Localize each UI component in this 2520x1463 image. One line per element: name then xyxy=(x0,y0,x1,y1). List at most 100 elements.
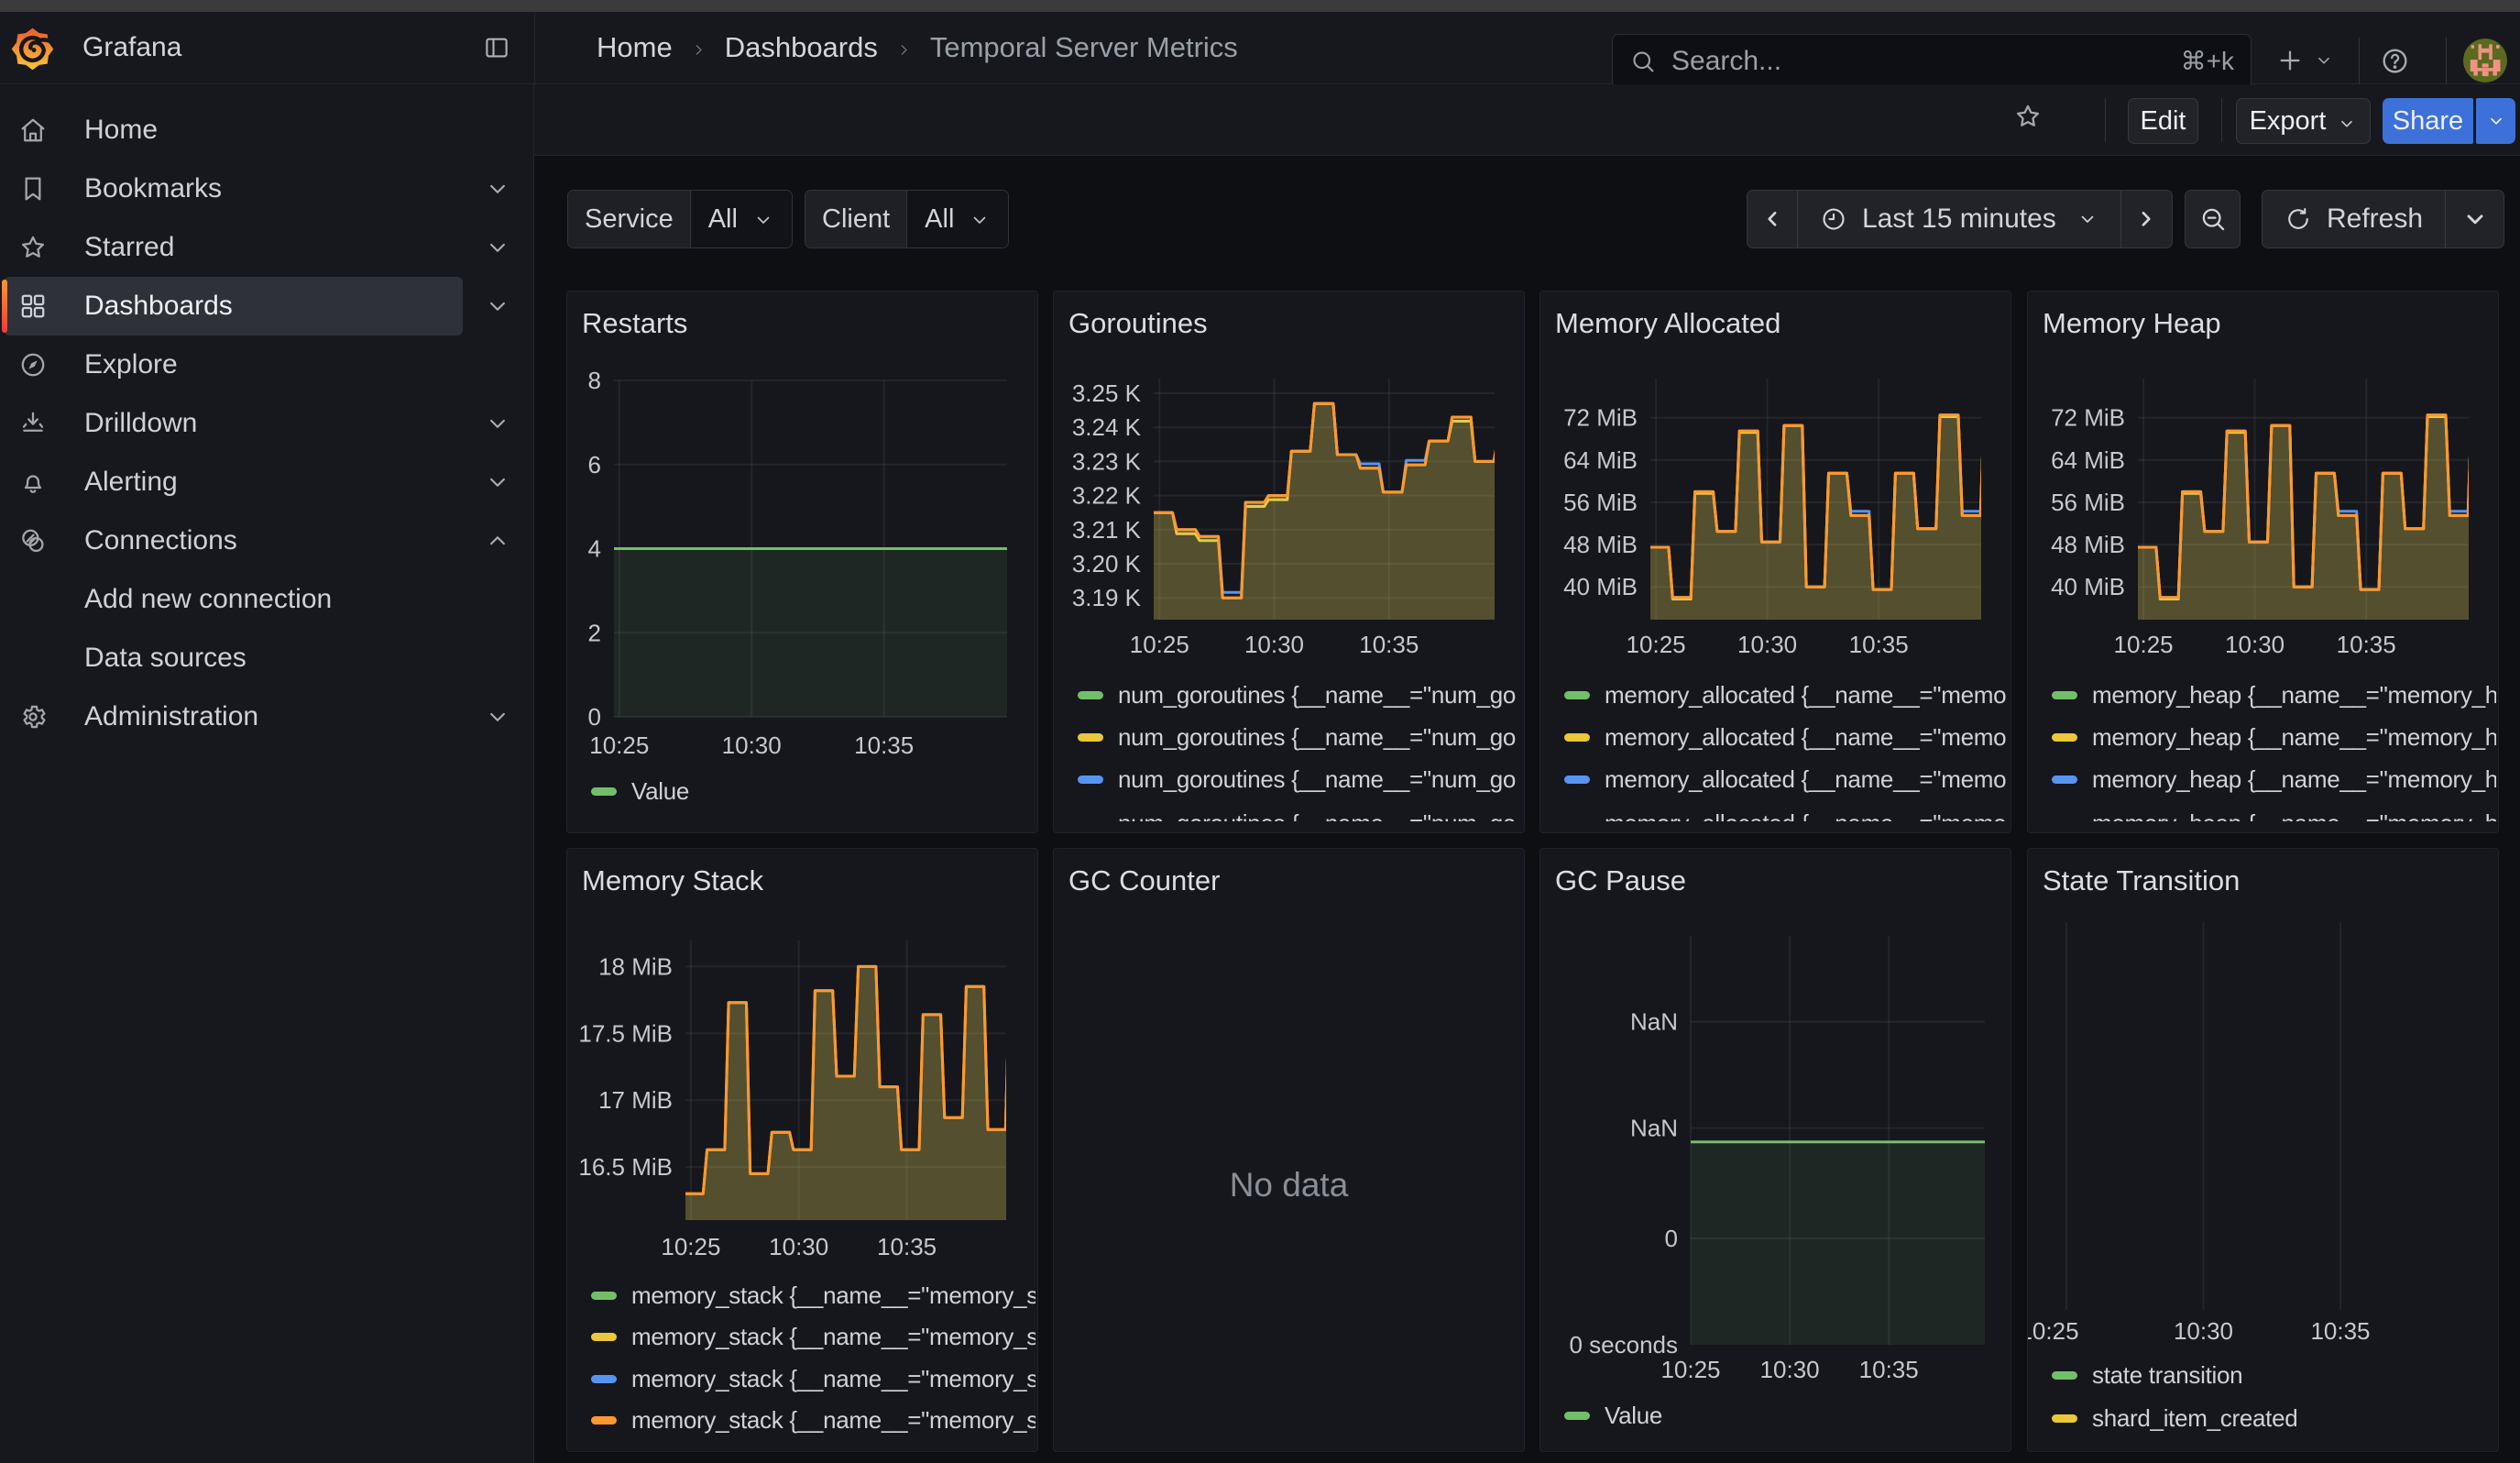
add-new-button[interactable] xyxy=(2275,38,2341,83)
sidebar-item-connections[interactable]: Connections xyxy=(4,512,463,570)
chevron-down-icon[interactable] xyxy=(484,292,511,320)
legend-item[interactable]: state transition xyxy=(2052,1360,2242,1390)
y-tick-label: 48 MiB xyxy=(2051,531,2125,558)
sidebar-item-home[interactable]: Home xyxy=(4,101,463,160)
legend-label: num_goroutines {__name__="num_go xyxy=(1118,681,1516,710)
legend-item[interactable]: memory_allocated {__name__="memo xyxy=(1564,808,2006,821)
chevron-up-icon[interactable] xyxy=(484,527,511,555)
x-tick-label: 10:25 xyxy=(1130,631,1189,658)
export-button[interactable]: Export xyxy=(2236,98,2371,144)
sidebar-item-administration[interactable]: Administration xyxy=(4,688,463,746)
sidebar-item-bookmarks[interactable]: Bookmarks xyxy=(4,160,463,218)
active-item-accent xyxy=(2,280,7,333)
legend: Value xyxy=(1540,1401,2011,1452)
chevron-down-icon[interactable] xyxy=(484,703,511,731)
sidebar-toggle-button[interactable] xyxy=(483,34,510,61)
x-tick-label: 10:35 xyxy=(1859,1356,1919,1383)
legend-item[interactable]: Value xyxy=(591,776,689,806)
legend-item[interactable]: memory_stack {__name__="memory_s xyxy=(591,1405,1035,1435)
refresh-interval-dropdown[interactable] xyxy=(2445,191,2504,248)
y-tick-label: 64 MiB xyxy=(1563,446,1638,474)
legend-color-pill xyxy=(2052,1414,2077,1423)
legend-item[interactable]: memory_stack {__name__="memory_s xyxy=(591,1364,1035,1393)
legend-item[interactable]: num_goroutines {__name__="num_go xyxy=(1078,680,1516,710)
legend-label: memory_stack {__name__="memory_s xyxy=(631,1406,1035,1435)
chevron-down-icon xyxy=(2462,206,2488,232)
legend-item[interactable]: memory_allocated {__name__="memo xyxy=(1564,764,2006,794)
sidebar-item-starred[interactable]: Starred xyxy=(4,218,463,277)
sidebar-item-dashboards[interactable]: Dashboards xyxy=(4,277,463,336)
x-tick-label: 10:30 xyxy=(1760,1356,1820,1383)
zoom-out-button[interactable] xyxy=(2185,190,2241,248)
legend-item[interactable]: num_goroutines {__name__="num_go xyxy=(1078,808,1516,821)
chevron-down-icon[interactable] xyxy=(484,410,511,437)
time-shift-forward-button[interactable] xyxy=(2120,191,2172,248)
breadcrumb-separator-icon xyxy=(691,12,707,83)
sidebar-item-drilldown[interactable]: Drilldown xyxy=(4,394,463,453)
share-button[interactable]: Share xyxy=(2383,98,2473,144)
y-tick-label: 72 MiB xyxy=(1563,404,1638,432)
legend-item[interactable]: memory_stack {__name__="memory_s xyxy=(591,1322,1035,1351)
panel-goroutines: Goroutines3.25 K3.24 K3.23 K3.22 K3.21 K… xyxy=(1053,291,1525,833)
client-filter-value[interactable]: All xyxy=(907,191,1008,248)
bookmark-icon xyxy=(18,174,48,204)
legend-item[interactable]: memory_heap {__name__="memory_h xyxy=(2052,764,2496,794)
legend-item[interactable]: memory_allocated {__name__="memo xyxy=(1564,722,2006,752)
legend-color-pill xyxy=(2052,776,2077,784)
panel-memory-allocated: Memory Allocated72 MiB64 MiB56 MiB48 MiB… xyxy=(1539,291,2011,833)
legend-color-pill xyxy=(2052,733,2077,742)
legend: Value xyxy=(567,776,1037,833)
sidebar-item-alerting[interactable]: Alerting xyxy=(4,453,463,512)
chevron-down-icon xyxy=(2314,50,2334,71)
legend-label: memory_stack {__name__="memory_s xyxy=(631,1323,1035,1351)
service-filter-value[interactable]: All xyxy=(691,191,792,248)
chevron-down-icon[interactable] xyxy=(484,234,511,261)
sidebar-item-add-new-connection[interactable]: Add new connection xyxy=(4,570,463,629)
breadcrumb-dashboards[interactable]: Dashboards xyxy=(725,31,878,63)
edit-button[interactable]: Edit xyxy=(2128,98,2198,144)
grafana-logo-icon[interactable] xyxy=(11,27,54,70)
legend-item[interactable]: memory_allocated {__name__="memo xyxy=(1564,680,2006,710)
chevron-down-icon[interactable] xyxy=(484,468,511,496)
refresh-button[interactable]: Refresh xyxy=(2263,191,2445,248)
legend-item[interactable]: memory_heap {__name__="memory_h xyxy=(2052,722,2496,752)
dashboard-toolbar: Edit Export Share xyxy=(534,84,2520,156)
panel-title[interactable]: GC Counter xyxy=(1068,864,1220,897)
breadcrumb-home[interactable]: Home xyxy=(597,31,673,63)
legend-color-pill xyxy=(2052,1371,2077,1380)
sidebar-item-explore[interactable]: Explore xyxy=(4,336,463,394)
chevron-down-icon[interactable] xyxy=(484,175,511,203)
y-tick-label: NaN xyxy=(1630,1008,1678,1036)
time-shift-back-button[interactable] xyxy=(1748,191,1798,248)
legend-item[interactable]: Value xyxy=(1564,1401,1662,1430)
share-dropdown-button[interactable] xyxy=(2476,98,2515,144)
legend-label: memory_allocated {__name__="memo xyxy=(1605,681,2006,710)
legend-item[interactable]: num_goroutines {__name__="num_go xyxy=(1078,764,1516,794)
x-tick-label: 10:25 xyxy=(589,732,649,759)
x-tick-label: 10:30 xyxy=(722,732,782,759)
y-tick-label: 16.5 MiB xyxy=(578,1153,673,1181)
legend-item[interactable]: memory_stack {__name__="memory_s xyxy=(591,1281,1035,1310)
help-icon[interactable] xyxy=(2380,46,2410,76)
legend-item[interactable]: shard_item_created xyxy=(2052,1403,2297,1433)
legend-color-pill xyxy=(591,1333,617,1341)
search-input[interactable]: Search... ⌘+k xyxy=(1612,34,2252,88)
y-tick-label: 3.23 K xyxy=(1072,447,1142,475)
legend-item[interactable]: memory_heap {__name__="memory_h xyxy=(2052,680,2496,710)
header-sidebar-divider xyxy=(534,12,535,84)
legend-color-pill xyxy=(591,1292,617,1300)
refresh-icon xyxy=(2284,205,2312,233)
refresh-controls: Refresh xyxy=(2262,190,2504,248)
legend-item[interactable]: memory_heap {__name__="memory_h xyxy=(2052,808,2496,821)
breadcrumb: HomeDashboardsTemporal Server Metrics xyxy=(597,12,1238,83)
time-range-picker[interactable]: Last 15 minutes xyxy=(1798,191,2120,248)
star-dashboard-button[interactable] xyxy=(2013,102,2043,131)
user-avatar[interactable] xyxy=(2463,38,2507,82)
legend-item[interactable]: num_goroutines {__name__="num_go xyxy=(1078,722,1516,752)
y-tick-label: 0 xyxy=(1665,1225,1678,1252)
service-filter: Service All xyxy=(567,190,793,248)
x-tick-label: 10:35 xyxy=(1849,631,1909,658)
chevron-down-icon xyxy=(2076,208,2098,230)
refresh-label: Refresh xyxy=(2327,204,2423,235)
sidebar-item-data-sources[interactable]: Data sources xyxy=(4,629,463,688)
